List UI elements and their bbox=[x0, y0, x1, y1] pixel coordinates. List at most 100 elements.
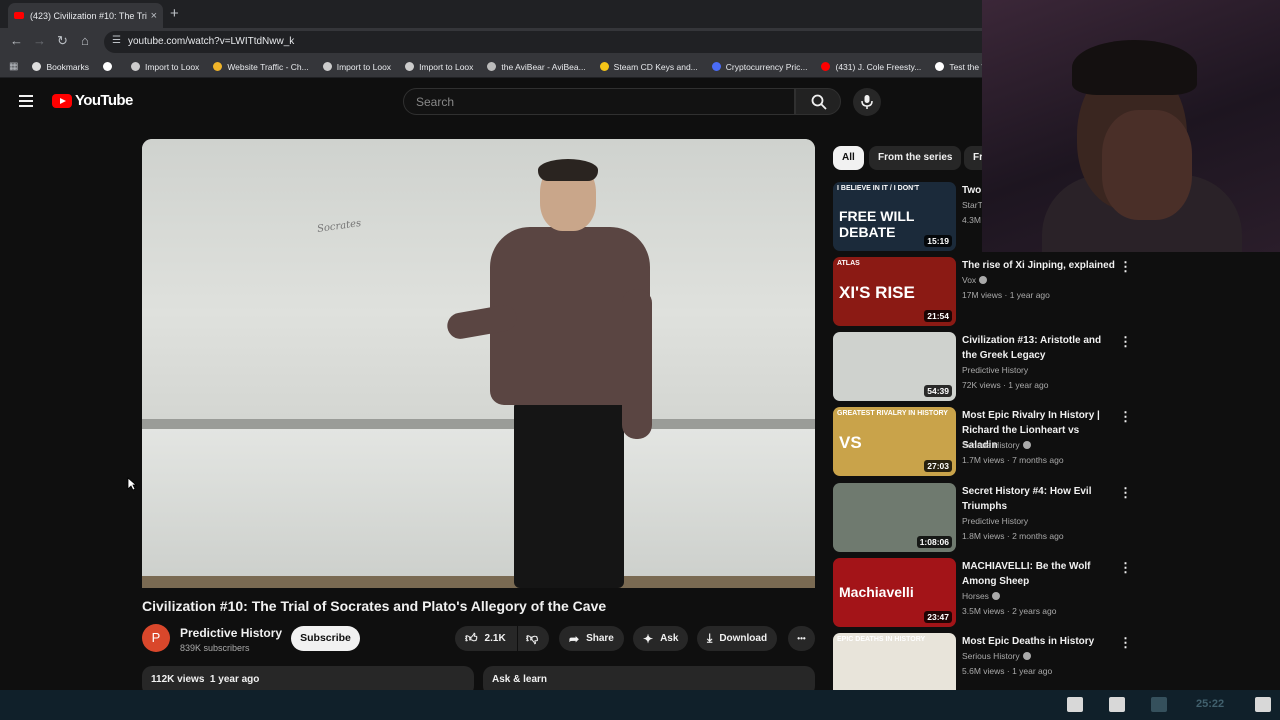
bookmark-label: Import to Loox bbox=[419, 61, 474, 72]
microphone-icon bbox=[861, 95, 873, 109]
apps-grid-icon[interactable]: ▦ bbox=[9, 61, 18, 72]
bookmark-item[interactable]: Import to Loox bbox=[322, 61, 392, 72]
recommended-video[interactable]: ATLAS XI'S RISE 21:54 The rise of Xi Jinpin… bbox=[833, 257, 1133, 327]
video-thumbnail[interactable]: GREATEST RIVALRY IN HISTORY VS 27:03 bbox=[833, 407, 956, 476]
channel-avatar[interactable]: P bbox=[142, 624, 170, 652]
recommended-channel[interactable]: Predictive History bbox=[962, 365, 1122, 375]
recommended-channel[interactable]: Predictive History bbox=[962, 516, 1122, 526]
video-thumbnail[interactable]: ATLAS XI'S RISE 21:54 bbox=[833, 257, 956, 326]
video-duration: 27:03 bbox=[924, 460, 952, 472]
new-tab-button[interactable]: + bbox=[170, 5, 179, 22]
video-player[interactable]: Socrates bbox=[142, 139, 815, 588]
download-button[interactable]: ⤓ Download bbox=[697, 626, 778, 651]
recommended-video-title[interactable]: Civilization #13: Aristotle and the Gree… bbox=[962, 333, 1117, 363]
recommended-meta: 3.5M views · 2 years ago bbox=[962, 606, 1057, 616]
bookmark-item[interactable]: the AviBear - AviBea... bbox=[487, 62, 586, 72]
bookmark-item[interactable]: Website Traffic - Ch... bbox=[213, 61, 309, 72]
bookmark-label: Import to Loox bbox=[144, 61, 200, 72]
bookmark-label: (431) J. Cole Freesty... bbox=[835, 61, 922, 72]
recommended-channel[interactable]: Vox bbox=[962, 275, 1122, 285]
bookmark-item[interactable]: Cryptocurrency Pric... bbox=[711, 62, 807, 72]
clock: 25:22 bbox=[1196, 698, 1225, 710]
settings-gear-icon[interactable] bbox=[1255, 697, 1271, 712]
recommended-video[interactable]: 1:08:06 Secret History #4: How Evil Trium… bbox=[833, 483, 1133, 553]
like-button[interactable]: 👍︎ 2.1K bbox=[455, 626, 517, 651]
bookmark-favicon-icon bbox=[322, 62, 332, 71]
channel-name: Serious History bbox=[962, 651, 1020, 661]
recommended-video-title[interactable]: MACHIAVELLI: Be the Wolf Among Sheep bbox=[962, 559, 1117, 589]
dislike-button[interactable]: 👎︎ bbox=[518, 626, 549, 651]
site-info-icon[interactable]: ☰ bbox=[112, 35, 121, 46]
video-thumbnail[interactable]: 1:08:06 bbox=[833, 483, 956, 552]
recommended-meta: 5.6M views · 1 year ago bbox=[962, 666, 1053, 676]
recommended-video[interactable]: GREATEST RIVALRY IN HISTORY VS 27:03 Most E… bbox=[833, 407, 1133, 477]
recommended-video-title[interactable]: The rise of Xi Jinping, explained bbox=[962, 258, 1117, 273]
forward-arrow-icon[interactable]: → bbox=[33, 33, 46, 48]
video-thumbnail[interactable]: 54:39 bbox=[833, 332, 956, 401]
ask-and-learn-box[interactable]: Ask & learn bbox=[483, 666, 815, 690]
bookmark-item[interactable]: Import to Loox bbox=[130, 61, 200, 72]
verified-check-icon bbox=[1022, 652, 1031, 660]
views-and-date: 112K views 1 year ago bbox=[151, 674, 260, 685]
channel-name[interactable]: Predictive History bbox=[180, 626, 282, 640]
more-options-icon[interactable]: ⋮ bbox=[1119, 334, 1132, 350]
video-thumbnail[interactable]: I BELIEVE IN IT / I DON'T FREE WILL DEBAT… bbox=[833, 182, 956, 251]
bookmark-favicon-icon bbox=[487, 62, 497, 71]
recommended-video[interactable]: 54:39 Civilization #13: Aristotle and the… bbox=[833, 332, 1133, 402]
recommended-video[interactable]: EPIC DEATHS IN HISTORY Most Epic Deaths i… bbox=[833, 633, 1133, 690]
bookmark-favicon-icon bbox=[213, 62, 223, 71]
mic-muted-icon[interactable] bbox=[1151, 697, 1167, 712]
bookmark-item[interactable] bbox=[102, 62, 117, 71]
chip-from-the-series[interactable]: From the series bbox=[869, 146, 962, 170]
verified-check-icon bbox=[1022, 441, 1031, 449]
bookmark-favicon-icon bbox=[599, 62, 609, 71]
voice-search-button[interactable] bbox=[853, 88, 881, 116]
recommended-video-title[interactable]: Most Epic Deaths in History bbox=[962, 634, 1117, 649]
chip-all[interactable]: All bbox=[833, 146, 864, 170]
more-options-icon[interactable]: ⋮ bbox=[1119, 485, 1132, 501]
bookmark-item[interactable]: Steam CD Keys and... bbox=[599, 62, 698, 72]
more-options-icon[interactable]: ⋮ bbox=[1119, 635, 1132, 651]
menu-icon[interactable] bbox=[19, 95, 33, 110]
lecturer-hair bbox=[538, 159, 598, 181]
video-thumbnail[interactable]: Machiavelli 23:47 bbox=[833, 558, 956, 627]
search-input[interactable]: Search bbox=[403, 88, 795, 115]
lower-wall bbox=[142, 429, 815, 579]
search-button[interactable] bbox=[795, 88, 841, 115]
youtube-logo[interactable]: YouTube bbox=[52, 92, 133, 109]
recommended-video-title[interactable]: Secret History #4: How Evil Triumphs bbox=[962, 484, 1117, 514]
video-duration: 15:19 bbox=[924, 235, 952, 247]
stack-icon[interactable] bbox=[1109, 697, 1125, 712]
ask-button[interactable]: ✦ Ask bbox=[633, 626, 689, 651]
bookmark-item[interactable]: (431) J. Cole Freesty... bbox=[821, 62, 921, 72]
bookmark-item[interactable]: Bookmarks bbox=[32, 62, 89, 72]
bookmark-item[interactable]: Import to Loox bbox=[405, 62, 473, 72]
share-button[interactable]: ➦ Share bbox=[559, 626, 624, 651]
streamer-hand bbox=[1102, 110, 1192, 220]
reload-icon[interactable]: ↻ bbox=[57, 33, 68, 49]
recommended-channel[interactable]: Serious History bbox=[962, 440, 1122, 450]
browser-tab[interactable]: (423) Civilization #10: The Trial × bbox=[8, 3, 163, 28]
more-actions-button[interactable]: ••• bbox=[788, 626, 815, 651]
back-arrow-icon[interactable]: ← bbox=[10, 33, 23, 48]
bookmark-label: Website Traffic - Ch... bbox=[227, 61, 309, 72]
thumbs-up-icon: 👍︎ bbox=[465, 631, 478, 645]
recommended-channel[interactable]: Serious History bbox=[962, 651, 1122, 661]
thumbnail-text: VS bbox=[839, 433, 862, 452]
bookmark-label: Import to Loox bbox=[336, 61, 392, 72]
home-icon[interactable]: ⌂ bbox=[81, 33, 89, 48]
recommended-channel[interactable]: Horses bbox=[962, 591, 1122, 601]
recommended-video[interactable]: Machiavelli 23:47 MACHIAVELLI: Be the Wolf… bbox=[833, 558, 1133, 628]
chat-icon[interactable] bbox=[1067, 697, 1083, 712]
more-options-icon[interactable]: ⋮ bbox=[1119, 560, 1132, 576]
more-options-icon[interactable]: ⋮ bbox=[1119, 259, 1132, 275]
address-bar[interactable]: ☰ youtube.com/watch?v=LWITtdNww_k bbox=[104, 31, 1004, 53]
youtube-favicon-icon bbox=[14, 12, 24, 19]
bookmark-favicon-icon bbox=[711, 62, 721, 71]
description-box[interactable]: 112K views 1 year ago bbox=[142, 666, 474, 690]
tab-close-icon[interactable]: × bbox=[151, 10, 157, 22]
more-options-icon[interactable]: ⋮ bbox=[1119, 409, 1132, 425]
video-thumbnail[interactable]: EPIC DEATHS IN HISTORY bbox=[833, 633, 956, 690]
thumbs-down-icon: 👎︎ bbox=[526, 631, 539, 645]
subscribe-button[interactable]: Subscribe bbox=[291, 626, 360, 651]
